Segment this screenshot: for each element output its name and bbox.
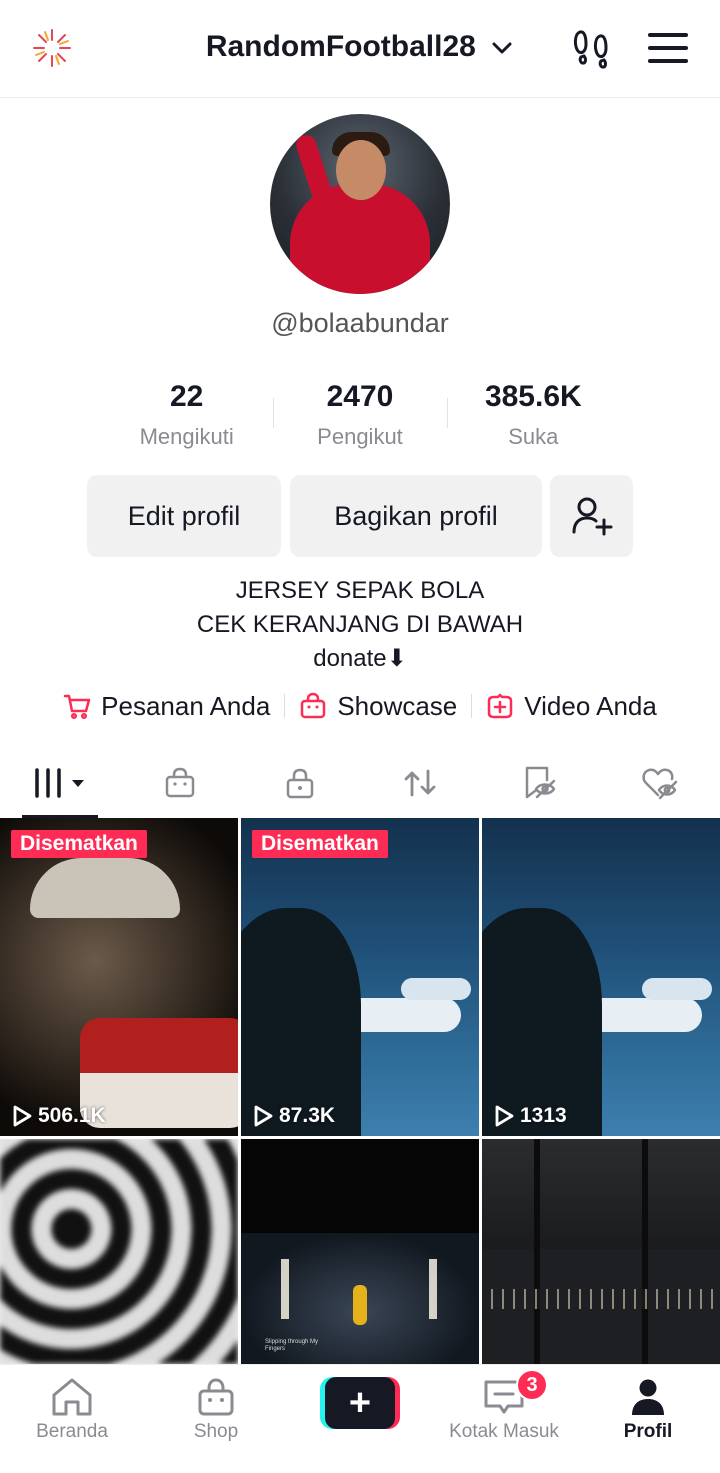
tab-private[interactable] [240,748,360,818]
thumbnail-window [482,1139,720,1249]
notification-badge: 3 [516,1369,548,1401]
shop-icon [198,1378,234,1416]
tab-favorites[interactable] [480,748,600,818]
video-thumbnail[interactable] [0,1139,238,1364]
add-friend-button[interactable] [550,475,633,557]
view-count-value: 506.1K [38,1104,106,1127]
pinned-badge: Disematkan [252,830,388,858]
stat-label: Mengikuti [139,424,234,449]
tab-shop[interactable] [120,748,240,818]
content-tabs [0,748,720,818]
repost-icon [404,769,436,797]
tab-reposts[interactable] [360,748,480,818]
thumbnail-window-frame [642,1139,648,1364]
thumbnail-caption: Slipping through My Fingers [265,1339,319,1352]
video-thumbnail[interactable]: Slipping through My Fingers [241,1139,479,1364]
link-label: Showcase [337,690,458,721]
stat-value: 22 [169,380,204,413]
footprints-icon[interactable] [570,26,614,70]
thumbnail-window-frame [534,1139,540,1364]
avatar-shirt [290,184,430,294]
bio-line: CEK KERANJANG DI BAWAH [196,611,524,638]
link-label: Video Anda [524,690,657,721]
tab-liked[interactable] [600,748,720,818]
videos-grid-icon [35,768,84,798]
play-icon [495,1105,514,1127]
thumbnail-cloud [642,978,712,1000]
stat-value: 2470 [326,380,394,413]
thumbnail-firework [281,1259,289,1319]
profile-icon [632,1379,664,1415]
showcase-link[interactable]: Showcase [285,691,471,722]
video-grid: Disematkan 506.1K Disematkan 87.3K 1313 [0,818,720,1364]
video-thumbnail[interactable]: 1313 [482,818,720,1136]
nav-shop[interactable]: Shop [144,1365,288,1473]
orders-link[interactable]: Pesanan Anda [49,691,284,722]
create-plus-icon: + [320,1377,400,1429]
bottom-navigation: Beranda Shop + 3 Kotak Masuk Profil [0,1364,720,1473]
lock-icon [286,768,314,799]
bag-icon [301,692,326,719]
profile-links: Pesanan Anda Showcase Video Anda [0,686,720,726]
view-count-value: 87.3K [279,1104,336,1127]
nav-label: Beranda [36,1421,108,1442]
shop-bag-icon [165,767,195,798]
stat-likes[interactable]: 385.6K Suka [446,376,620,456]
your-videos-link[interactable]: Video Anda [472,691,671,722]
edit-profile-button[interactable]: Edit profil [87,475,281,557]
nav-create[interactable]: + [288,1365,432,1473]
view-count: 1313 [494,1104,567,1128]
stat-following[interactable]: 22 Mengikuti [100,376,273,456]
nav-inbox[interactable]: 3 Kotak Masuk [432,1365,576,1473]
thumbnail-city-lights [482,1289,720,1309]
view-count-value: 1313 [520,1104,567,1127]
view-count: 87.3K [253,1104,335,1128]
play-icon [13,1105,32,1127]
stat-value: 385.6K [484,380,582,413]
play-icon [254,1105,273,1127]
nav-label: Profil [623,1421,673,1442]
stat-label: Suka [508,424,559,449]
video-thumbnail[interactable]: Disematkan 87.3K [241,818,479,1136]
profile-stats: 22 Mengikuti 2470 Pengikut 385.6K Suka [100,376,620,456]
video-thumbnail[interactable]: Disematkan 506.1K [0,818,238,1136]
favorites-icon [525,766,556,799]
thumbnail-blurred [0,1139,238,1364]
nav-label: Shop [193,1421,239,1442]
share-profile-button[interactable]: Bagikan profil [290,475,542,557]
tab-videos[interactable] [0,748,120,818]
video-thumbnail[interactable] [482,1139,720,1364]
profile-handle: @bolaabundar [271,308,449,338]
video-plus-icon [488,693,513,719]
add-user-icon [572,497,612,536]
bio-line: JERSEY SEPAK BOLA [235,577,485,604]
thumbnail-firework [429,1259,437,1319]
menu-icon[interactable] [646,30,690,66]
thumbnail-tree [241,908,361,1136]
view-count: 506.1K [12,1104,106,1128]
stat-followers[interactable]: 2470 Pengikut [273,376,446,456]
liked-hidden-icon [642,768,678,800]
nav-label: Kotak Masuk [449,1421,559,1442]
nav-profile[interactable]: Profil [576,1365,720,1473]
avatar[interactable] [270,114,450,294]
stat-label: Pengikut [317,424,403,449]
thumbnail-cap [30,858,180,918]
bio-line: donate⬇ [313,645,407,672]
username-label: RandomFootball28 [205,30,476,63]
thumbnail-player [353,1285,367,1325]
cart-icon [63,694,91,720]
pinned-badge: Disematkan [11,830,147,858]
top-bar: RandomFootball28 [0,0,720,98]
thumbnail-tree [482,908,602,1136]
nav-home[interactable]: Beranda [0,1365,144,1473]
chevron-down-icon [492,42,512,54]
home-icon [52,1378,92,1416]
avatar-head [336,140,386,200]
link-label: Pesanan Anda [101,690,271,721]
profile-bio: JERSEY SEPAK BOLA CEK KERANJANG DI BAWAH… [0,574,720,676]
thumbnail-cloud [401,978,471,1000]
